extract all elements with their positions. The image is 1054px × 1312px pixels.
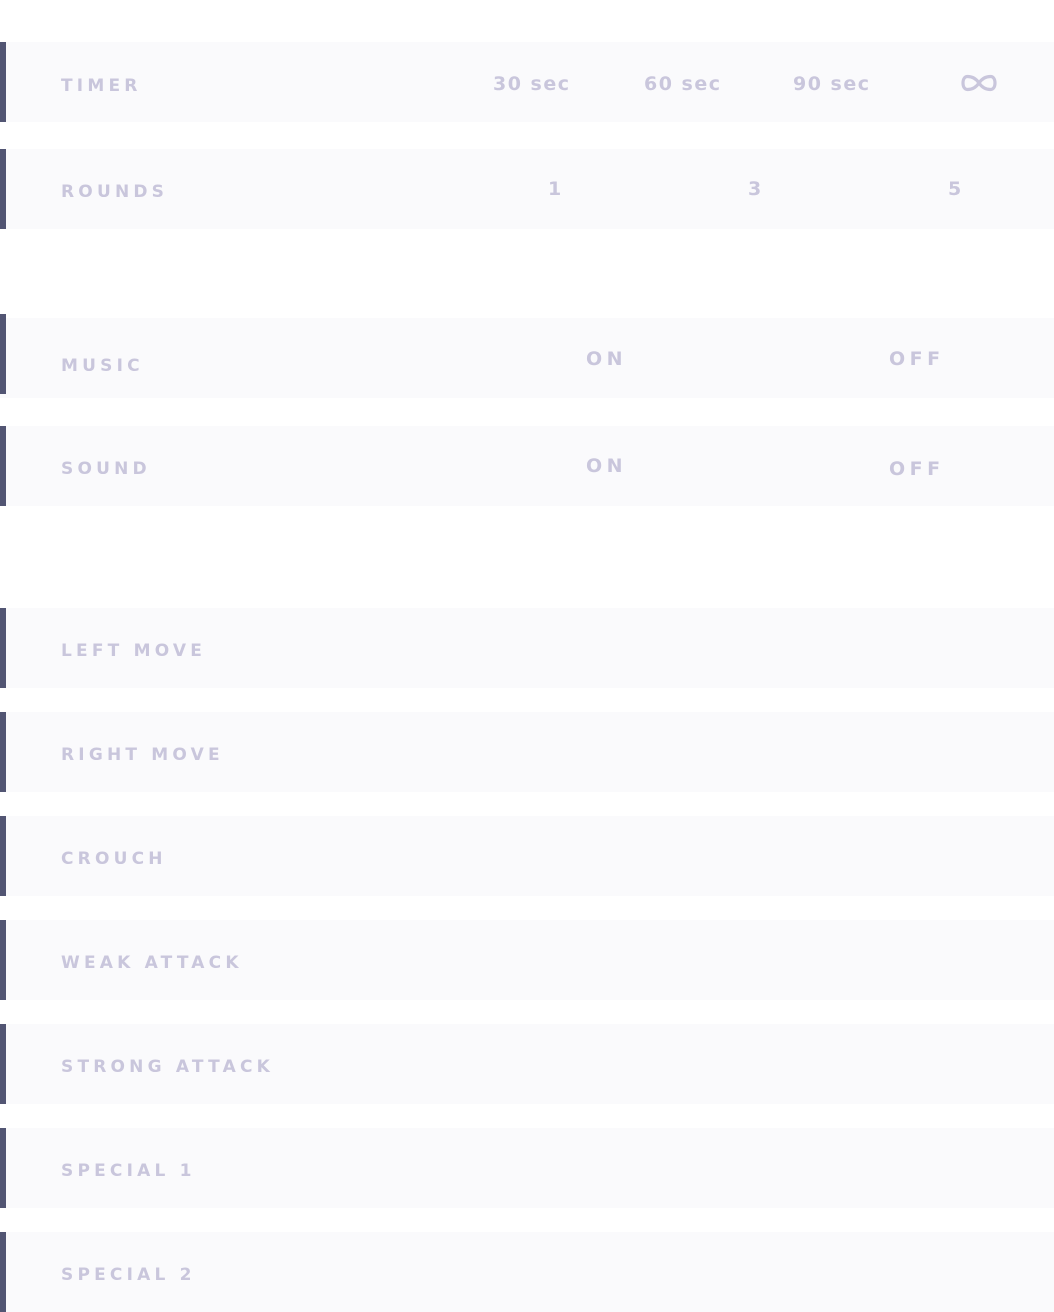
music-row: MUSIC ON OFF bbox=[0, 314, 1054, 398]
row-accent-bar bbox=[0, 42, 6, 122]
control-label: WEAK ATTACK bbox=[61, 953, 243, 973]
row-accent-bar bbox=[0, 920, 6, 1000]
infinity-icon[interactable] bbox=[961, 74, 997, 92]
control-row-crouch[interactable]: CROUCH bbox=[0, 816, 1054, 896]
sound-row: SOUND ON OFF bbox=[0, 426, 1054, 506]
control-row-left-move[interactable]: LEFT MOVE bbox=[0, 608, 1054, 688]
row-accent-bar bbox=[0, 314, 6, 394]
sound-on-option[interactable]: ON bbox=[586, 455, 627, 477]
music-off-option[interactable]: OFF bbox=[889, 348, 945, 370]
sound-off-option[interactable]: OFF bbox=[889, 458, 945, 480]
timer-label: TIMER bbox=[61, 76, 142, 96]
control-row-special-2[interactable]: SPECIAL 2 bbox=[0, 1232, 1054, 1312]
row-accent-bar bbox=[0, 1232, 6, 1312]
music-label: MUSIC bbox=[61, 356, 144, 376]
control-label: STRONG ATTACK bbox=[61, 1057, 274, 1077]
row-accent-bar bbox=[0, 1024, 6, 1104]
control-label: SPECIAL 2 bbox=[61, 1265, 196, 1285]
control-label: RIGHT MOVE bbox=[61, 745, 224, 765]
row-accent-bar bbox=[0, 426, 6, 506]
control-row-special-1[interactable]: SPECIAL 1 bbox=[0, 1128, 1054, 1208]
timer-option-60[interactable]: 60 sec bbox=[644, 73, 722, 95]
music-on-option[interactable]: ON bbox=[586, 348, 627, 370]
control-label: SPECIAL 1 bbox=[61, 1161, 196, 1181]
control-row-strong-attack[interactable]: STRONG ATTACK bbox=[0, 1024, 1054, 1104]
rounds-row: ROUNDS 1 3 5 bbox=[0, 149, 1054, 229]
row-accent-bar bbox=[0, 608, 6, 688]
control-row-right-move[interactable]: RIGHT MOVE bbox=[0, 712, 1054, 792]
control-row-weak-attack[interactable]: WEAK ATTACK bbox=[0, 920, 1054, 1000]
timer-option-30[interactable]: 30 sec bbox=[493, 73, 571, 95]
rounds-option-1[interactable]: 1 bbox=[548, 178, 563, 200]
control-label: CROUCH bbox=[61, 849, 167, 869]
rounds-option-3[interactable]: 3 bbox=[748, 178, 763, 200]
row-accent-bar bbox=[0, 816, 6, 896]
row-accent-bar bbox=[0, 1128, 6, 1208]
control-label: LEFT MOVE bbox=[61, 641, 207, 661]
timer-option-90[interactable]: 90 sec bbox=[793, 73, 871, 95]
sound-label: SOUND bbox=[61, 459, 151, 479]
rounds-option-5[interactable]: 5 bbox=[948, 178, 963, 200]
row-accent-bar bbox=[0, 712, 6, 792]
rounds-label: ROUNDS bbox=[61, 182, 169, 202]
timer-row: TIMER 30 sec 60 sec 90 sec bbox=[0, 42, 1054, 122]
row-accent-bar bbox=[0, 149, 6, 229]
